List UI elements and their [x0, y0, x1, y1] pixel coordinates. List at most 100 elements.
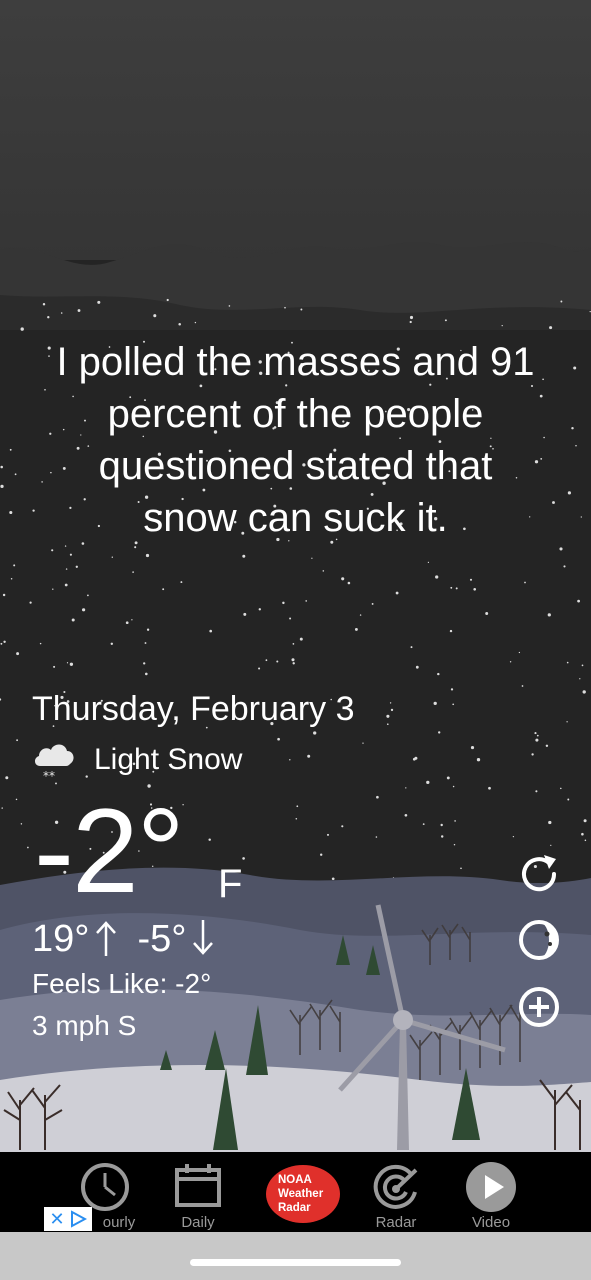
snowflake: [371, 602, 374, 605]
snowflake: [566, 661, 569, 664]
low-temp: -5°: [137, 918, 187, 960]
snowflake: [560, 300, 563, 303]
snowflake: [580, 516, 582, 518]
snowflake: [322, 570, 325, 572]
snowflake: [581, 832, 584, 836]
moon-phase-icon[interactable]: [516, 917, 562, 963]
snowflake: [550, 844, 552, 847]
tab-video[interactable]: Video: [441, 1152, 541, 1232]
snowflake: [331, 877, 335, 881]
snowflake: [427, 561, 430, 564]
snowflake: [560, 787, 562, 790]
snowflake: [426, 780, 430, 785]
refresh-icon[interactable]: [516, 851, 562, 897]
snowflake: [446, 776, 450, 780]
snowflake: [320, 853, 323, 856]
snowflake: [549, 326, 553, 330]
snowflake: [153, 314, 157, 318]
temperature-unit[interactable]: F: [218, 862, 242, 907]
snowflake: [194, 321, 197, 324]
snowflake: [581, 664, 584, 667]
snowflake: [81, 608, 86, 612]
snowflake: [258, 667, 261, 670]
snowflake: [20, 327, 24, 331]
snowflake: [518, 651, 521, 654]
snowflake: [577, 599, 580, 603]
snowflake: [386, 714, 390, 718]
snowflake: [460, 867, 462, 870]
snowflake: [375, 836, 378, 838]
snowflake: [1, 807, 3, 809]
snowflake: [64, 545, 67, 547]
snowflake: [473, 588, 477, 591]
snowflake: [390, 708, 394, 712]
condition-row: ** Light Snow: [32, 738, 242, 782]
arrow-up-icon: [96, 921, 117, 956]
snow-cloud-icon: **: [34, 744, 74, 782]
tab-daily[interactable]: Daily: [148, 1152, 248, 1232]
snowflake: [53, 665, 56, 668]
add-icon[interactable]: [516, 984, 562, 1030]
snowflake: [571, 426, 574, 430]
snowflake: [412, 757, 416, 761]
snowflake: [404, 813, 408, 817]
tab-label: Daily: [181, 1214, 215, 1231]
snowflake: [454, 820, 456, 822]
ad-choices-badge[interactable]: ✕: [44, 1207, 92, 1231]
snowflake: [47, 316, 50, 319]
snowflake: [276, 660, 279, 663]
condition-label: Light Snow: [94, 743, 243, 776]
snowflake: [146, 628, 150, 631]
snowflake: [39, 642, 42, 645]
snowflake: [20, 823, 23, 825]
snowflake: [299, 637, 303, 641]
snowflake: [51, 549, 54, 552]
home-indicator[interactable]: [190, 1259, 401, 1266]
snowflake: [534, 732, 537, 735]
quote-line: questioned stated that: [98, 444, 493, 488]
snowflake: [243, 612, 247, 616]
snowflake: [575, 444, 577, 447]
snowflake: [282, 601, 285, 605]
snowflake: [69, 553, 72, 556]
snowflake: [440, 835, 444, 838]
snowflake: [14, 473, 17, 476]
snowflake: [573, 366, 577, 370]
snowflake: [71, 618, 75, 622]
snowflake: [77, 309, 81, 312]
snowflake: [521, 685, 524, 687]
snowflake: [144, 642, 147, 644]
snowflake: [509, 661, 512, 663]
snowflake: [289, 759, 291, 761]
snowflake: [131, 619, 133, 621]
snowflake: [405, 787, 407, 789]
snowflake: [242, 554, 246, 558]
close-icon[interactable]: ✕: [49, 1210, 64, 1228]
svg-text:**: **: [43, 769, 55, 782]
noaa-weather-radar-button[interactable]: NOAA Weather Radar: [266, 1165, 340, 1223]
quote-line: I polled the masses and 91: [56, 340, 535, 384]
snowflake: [559, 547, 563, 551]
snowflake: [409, 315, 414, 320]
snowflake: [415, 665, 419, 669]
snowflake: [450, 586, 453, 589]
snowflake: [13, 564, 16, 567]
snowflake: [386, 723, 389, 726]
ad-choices-icon[interactable]: [69, 1210, 87, 1228]
calendar-icon: [175, 1164, 221, 1207]
snowflake: [563, 565, 566, 568]
snowflake: [313, 731, 317, 735]
snowflake: [535, 790, 538, 793]
snowflake: [582, 690, 586, 694]
snowflake: [452, 785, 455, 788]
snowflake: [0, 484, 4, 489]
home-indicator-area: [0, 1232, 591, 1280]
snowflake: [64, 583, 68, 587]
tab-radar[interactable]: Radar: [346, 1152, 446, 1232]
snowflake: [359, 614, 362, 616]
snowflake: [455, 587, 458, 590]
snowflake: [265, 659, 268, 662]
feels-like: Feels Like: -2°: [32, 968, 212, 999]
snowflake: [228, 305, 231, 307]
snowflake: [583, 819, 587, 823]
